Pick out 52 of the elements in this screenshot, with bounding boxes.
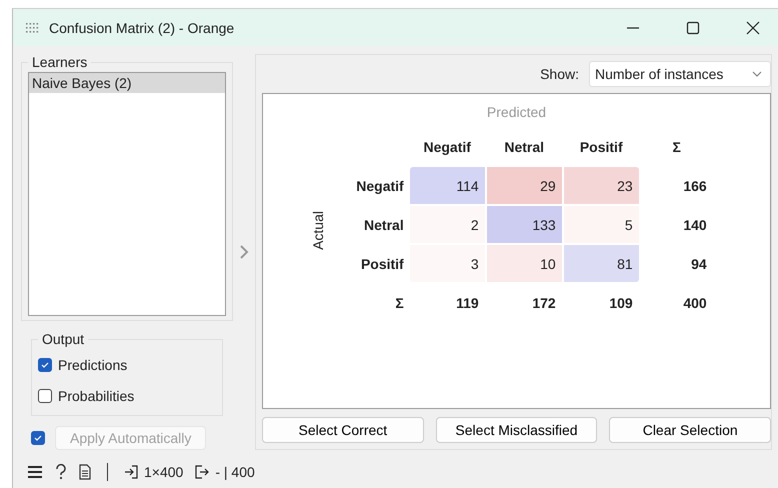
action-button[interactable]: Select Correct [262,417,424,443]
column-header: Netral [503,138,546,154]
maximize-icon[interactable] [686,20,700,34]
column-total: 109 [608,294,634,310]
axis-label: Predicted [486,104,546,120]
input-summary: 1×400 [144,464,184,480]
row-header: Negatif [356,178,405,194]
column-header: Positif [578,138,624,154]
show-dropdown[interactable]: Number of instances [589,61,771,87]
column-total: 172 [531,294,557,310]
group-title: Output [41,331,86,347]
input-icon [124,465,138,479]
matrix-cell[interactable]: 29 [486,167,562,204]
matrix-cell[interactable]: 133 [486,206,562,243]
matrix-cell[interactable]: 114 [410,167,485,204]
row-total: 94 [690,256,708,272]
column-total: 400 [682,294,708,310]
show-label: Show: [540,66,579,82]
row-total: 140 [682,216,708,232]
window-title: Confusion Matrix (2) - Orange [49,20,234,36]
help-icon[interactable] [55,464,67,480]
action-button[interactable]: Clear Selection [609,417,772,443]
matrix-cell[interactable]: 81 [564,245,639,282]
row-header: Netral [363,216,405,232]
grid-dots-icon [25,22,39,34]
checkmark-icon [33,433,43,443]
matrix-cell[interactable]: 5 [564,206,639,243]
close-icon[interactable] [746,20,760,34]
checkmark-icon [40,360,50,370]
column-total: 119 [455,294,480,310]
checkbox-label: Probabilities [58,388,134,404]
learner-item[interactable]: Naive Bayes (2) [29,73,225,93]
matrix-cell[interactable]: 23 [564,167,639,204]
action-button[interactable]: Select Misclassified [436,417,598,443]
row-header: Σ [394,294,405,310]
group-title: Learners [31,54,88,70]
checkbox[interactable] [38,388,52,402]
output-icon [195,465,210,479]
matrix-cell[interactable]: 3 [410,245,485,282]
axis-label: Actual [310,211,326,250]
column-header: Negatif [422,138,472,154]
row-total: 166 [682,178,708,194]
caret-icon [752,71,762,77]
output-summary: - | 400 [215,464,255,480]
checkbox[interactable] [38,358,52,372]
document-icon[interactable] [79,464,91,480]
matrix-cell[interactable]: 2 [410,206,485,243]
matrix-cell[interactable]: 10 [486,245,562,282]
menu-icon[interactable] [27,465,43,479]
checkbox-label: Predictions [58,356,128,372]
column-header: Σ [672,138,682,154]
row-header: Positif [360,256,405,272]
